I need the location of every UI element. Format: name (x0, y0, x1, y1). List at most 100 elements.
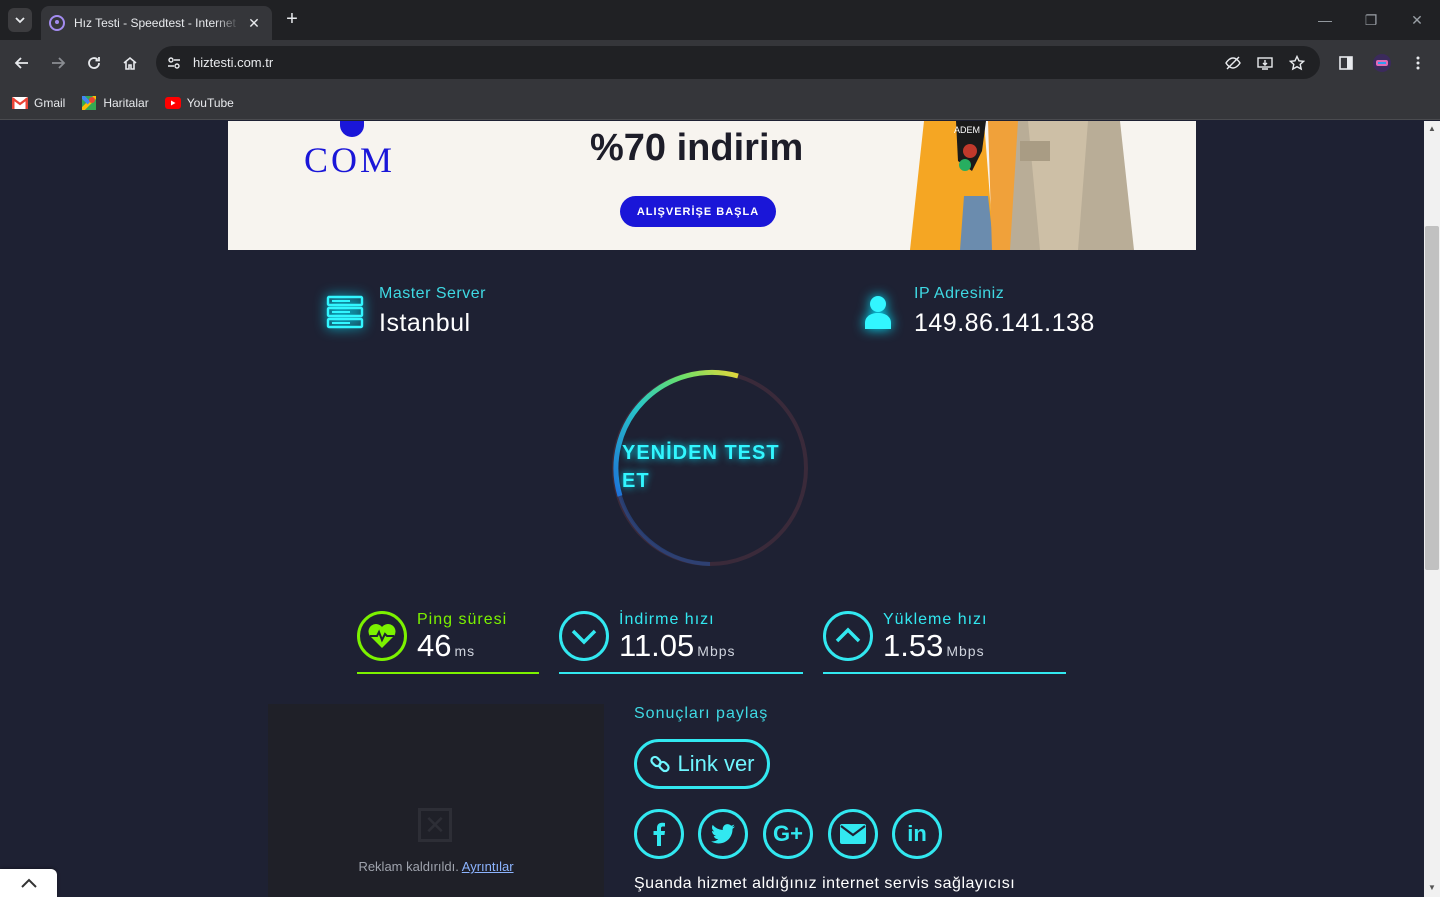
brand-logo-dot (340, 121, 364, 137)
upload-unit: Mbps (946, 643, 985, 659)
download-underline (559, 672, 803, 674)
facebook-icon (653, 822, 665, 846)
eye-off-icon[interactable] (1222, 52, 1244, 74)
share-facebook-button[interactable] (634, 809, 684, 859)
new-tab-button[interactable]: + (281, 9, 303, 31)
avatar (1373, 54, 1391, 72)
ip-info: IP Adresiniz 149.86.141.138 (861, 285, 1095, 338)
server-info: Master Server Istanbul (326, 285, 486, 338)
side-panel-button[interactable] (1334, 51, 1358, 75)
ping-underline (357, 672, 539, 674)
more-vertical-icon (1416, 56, 1420, 70)
restore-icon[interactable]: ❐ (1359, 8, 1383, 32)
server-label: Master Server (379, 285, 486, 302)
address-bar[interactable]: hiztesti.com.tr (156, 46, 1320, 79)
browser-tab-active[interactable]: Hız Testi - Speedtest - Internet Hız Tes… (41, 6, 272, 40)
bookmark-star-icon[interactable] (1286, 52, 1308, 74)
side-panel-icon (1339, 56, 1353, 70)
ping-metric: Ping süresi 46 ms (357, 611, 539, 674)
ad-cta-button[interactable]: ALIŞVERİŞE BAŞLA (620, 196, 776, 227)
home-button[interactable] (118, 51, 142, 75)
ad-removed-message: Reklam kaldırıldı. (358, 859, 459, 874)
collapse-ad-button[interactable] (0, 869, 57, 897)
install-app-icon[interactable] (1254, 52, 1276, 74)
chevron-down-icon (571, 629, 597, 645)
download-icon-wrap (559, 611, 609, 661)
ad-removed-icon: ✕ (418, 808, 452, 842)
isp-text: Şuanda hizmet aldığınız internet servis … (634, 875, 1016, 892)
bookmark-gmail[interactable]: Gmail (12, 95, 65, 111)
bookmark-maps[interactable]: Haritalar (81, 95, 149, 111)
upload-value-row: 1.53 Mbps (883, 628, 985, 664)
minimize-icon[interactable]: — (1313, 8, 1337, 32)
share-link-label: Link ver (677, 751, 755, 776)
site-favicon-icon (49, 15, 65, 31)
ip-value: 149.86.141.138 (914, 309, 1095, 337)
download-value-row: 11.05 Mbps (619, 628, 736, 664)
share-linkedin-button[interactable]: in (892, 809, 942, 859)
browser-toolbar: hiztesti.com.tr (0, 40, 1440, 86)
share-link-button[interactable]: Link ver (634, 739, 770, 789)
ad-details-link[interactable]: Ayrıntılar (462, 859, 514, 874)
upload-value: 1.53 (883, 628, 944, 663)
user-icon (865, 296, 891, 329)
chevron-up-icon (835, 627, 861, 643)
reload-button[interactable] (82, 51, 106, 75)
arrow-right-icon (52, 57, 66, 69)
google-plus-icon: G+ (773, 821, 803, 846)
profile-button[interactable] (1370, 51, 1394, 75)
close-tab-icon[interactable]: ✕ (246, 15, 262, 31)
linkedin-icon: in (907, 821, 927, 846)
share-twitter-button[interactable] (698, 809, 748, 859)
upload-icon-wrap (823, 611, 873, 661)
site-info-icon[interactable] (159, 48, 189, 78)
ping-value: 46 (417, 628, 452, 663)
upload-label: Yükleme hızı (883, 611, 988, 628)
bookmark-label: YouTube (186, 95, 234, 110)
download-label: İndirme hızı (619, 611, 715, 628)
scroll-down-arrow-icon[interactable]: ▼ (1428, 884, 1436, 892)
tab-search-button[interactable] (8, 8, 32, 32)
twitter-icon (711, 824, 735, 844)
url-text: hiztesti.com.tr (193, 55, 274, 70)
chevron-up-icon (20, 878, 37, 888)
download-metric: İndirme hızı 11.05 Mbps (559, 611, 803, 674)
share-googleplus-button[interactable]: G+ (763, 809, 813, 859)
ad-headline: %70 indirim (590, 127, 804, 169)
ping-icon-wrap (357, 611, 407, 661)
home-icon (123, 56, 137, 70)
retest-button[interactable]: YENİDEN TEST ET (622, 439, 792, 495)
tab-title: Hız Testi - Speedtest - Internet Hız Tes… (74, 16, 240, 30)
gmail-icon (12, 95, 28, 111)
maps-icon (81, 95, 97, 111)
download-unit: Mbps (697, 643, 736, 659)
ping-label: Ping süresi (417, 611, 508, 628)
scroll-up-arrow-icon[interactable]: ▲ (1428, 125, 1436, 133)
forward-button[interactable] (46, 51, 70, 75)
ad-brand: COM (304, 140, 396, 180)
server-icon (326, 295, 364, 329)
youtube-icon (164, 95, 181, 111)
page-viewport: COM %70 indirim ALIŞVERİŞE BAŞLA ADEM Ma… (0, 121, 1424, 897)
ad-removed-text: Reklam kaldırıldı. Ayrıntılar (268, 859, 604, 874)
bookmark-label: Haritalar (103, 95, 149, 110)
back-button[interactable] (10, 51, 34, 75)
svg-text:ADEM: ADEM (954, 125, 980, 135)
upload-underline (823, 672, 1066, 674)
upload-metric: Yükleme hızı 1.53 Mbps (823, 611, 1066, 674)
scrollbar-thumb[interactable] (1425, 226, 1439, 570)
bookmark-youtube[interactable]: YouTube (164, 95, 234, 111)
ping-unit: ms (454, 643, 476, 659)
ad-models-image: ADEM (910, 121, 1168, 250)
ip-label: IP Adresiniz (914, 285, 1005, 302)
share-email-button[interactable] (828, 809, 878, 859)
ad-banner[interactable]: COM %70 indirim ALIŞVERİŞE BAŞLA ADEM (228, 121, 1196, 250)
browser-menu-button[interactable] (1406, 51, 1430, 75)
bookmarks-bar: Gmail Haritalar YouTube (0, 86, 1440, 120)
heartbeat-icon (368, 624, 396, 648)
link-icon (650, 755, 671, 773)
close-window-icon[interactable]: ✕ (1405, 8, 1429, 32)
email-icon (840, 824, 866, 844)
share-title: Sonuçları paylaş (634, 705, 769, 722)
removed-ad-box: ✕ Reklam kaldırıldı. Ayrıntılar (268, 704, 604, 897)
